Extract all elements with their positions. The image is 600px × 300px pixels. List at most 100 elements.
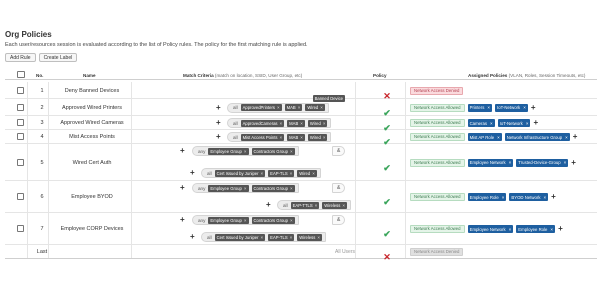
criteria-tag[interactable]: EAP-TTLS × (290, 201, 320, 209)
assigned-policy-tag[interactable]: Network Infrastructure Group × (504, 133, 570, 141)
rule-name[interactable]: Wired Cert Auth (53, 160, 131, 166)
criteria-logic[interactable]: all (233, 121, 238, 126)
policy-indicator[interactable]: ✔ (377, 192, 397, 210)
assigned-policy-tag[interactable]: Employee Network × (467, 225, 514, 233)
remove-tag-icon[interactable]: × (315, 203, 318, 208)
criteria-tag[interactable]: ApprovedCameras × (240, 119, 285, 127)
create-label-button[interactable]: Create Label (38, 53, 78, 62)
network-access-allowed-badge[interactable]: Network Access Allowed (410, 225, 465, 233)
add-criteria-icon[interactable]: + (216, 103, 221, 112)
criteria-logic[interactable]: any (198, 149, 205, 154)
criteria-and-connector[interactable]: & (332, 215, 346, 225)
assigned-policy-tag[interactable]: Employee Network × (467, 158, 514, 167)
add-policy-icon[interactable]: + (571, 158, 576, 167)
add-policy-icon[interactable]: + (533, 119, 538, 127)
remove-tag-icon[interactable]: × (323, 135, 326, 140)
remove-tag-icon[interactable]: × (565, 135, 568, 140)
remove-tag-icon[interactable]: × (300, 135, 303, 140)
assigned-policy-tag[interactable]: Employee Role × (516, 225, 556, 233)
rule-name[interactable]: Employee CORP Devices (53, 226, 131, 232)
add-criteria-icon[interactable]: + (266, 201, 271, 209)
add-policy-icon[interactable]: + (558, 225, 563, 233)
add-policy-icon[interactable]: + (551, 193, 556, 201)
rule-name[interactable]: Deny Banned Devices (53, 88, 131, 94)
add-policy-icon[interactable]: + (573, 133, 578, 141)
rule-name[interactable]: Employee BYOD (53, 194, 131, 200)
remove-tag-icon[interactable]: × (290, 235, 293, 240)
criteria-tag[interactable]: Employee Group × (208, 216, 249, 224)
remove-tag-icon[interactable]: × (509, 227, 512, 232)
criteria-tag[interactable]: Contractors Group × (251, 216, 295, 224)
row-checkbox[interactable] (17, 225, 24, 232)
assigned-policy-tag[interactable]: BYOD Network × (509, 193, 549, 201)
add-criteria-icon[interactable]: + (180, 147, 185, 155)
assigned-policy-tag[interactable]: IoT-Network × (497, 119, 531, 127)
criteria-logic[interactable]: all (233, 135, 238, 140)
criteria-tag[interactable]: Cert Issued by Juniper × (214, 169, 266, 177)
remove-tag-icon[interactable]: × (244, 186, 247, 191)
remove-tag-icon[interactable]: × (317, 235, 320, 240)
add-criteria-icon[interactable]: + (216, 133, 221, 141)
add-criteria-icon[interactable]: + (190, 169, 195, 177)
row-checkbox[interactable] (17, 193, 24, 200)
remove-tag-icon[interactable]: × (487, 105, 490, 110)
criteria-tag[interactable]: MAB × (287, 133, 305, 141)
criteria-logic[interactable]: all (283, 203, 288, 208)
assigned-policy-tag[interactable]: Printers × (467, 103, 493, 112)
criteria-logic[interactable]: all (207, 235, 212, 240)
remove-tag-icon[interactable]: × (342, 203, 345, 208)
row-checkbox[interactable] (17, 86, 24, 94)
criteria-tag[interactable]: Wired × (297, 169, 317, 177)
remove-tag-icon[interactable]: × (523, 105, 526, 110)
remove-tag-icon[interactable]: × (261, 171, 264, 176)
remove-tag-icon[interactable]: × (509, 160, 512, 165)
criteria-and-connector[interactable]: & (332, 183, 346, 193)
remove-tag-icon[interactable]: × (320, 105, 323, 110)
criteria-tag[interactable]: MAB × (287, 119, 305, 127)
criteria-and-connector[interactable]: & (332, 146, 346, 156)
network-access-denied-badge[interactable]: Network Access Denied (410, 86, 464, 95)
select-all-checkbox[interactable] (17, 71, 25, 78)
remove-tag-icon[interactable]: × (280, 121, 283, 126)
criteria-tag[interactable]: Wired × (307, 119, 328, 127)
criteria-tag[interactable]: Wireless × (297, 233, 322, 241)
assigned-policy-tag[interactable]: IoT-Network × (495, 103, 528, 112)
criteria-tag[interactable]: Wired × (305, 104, 325, 111)
criteria-logic[interactable]: any (198, 186, 205, 191)
remove-tag-icon[interactable]: × (323, 121, 326, 126)
row-checkbox[interactable] (17, 158, 24, 166)
row-checkbox[interactable] (17, 103, 24, 111)
policy-indicator[interactable]: ✕ (377, 247, 397, 265)
remove-tag-icon[interactable]: × (502, 195, 505, 200)
criteria-logic[interactable]: all (207, 171, 212, 176)
criteria-tag[interactable]: EAP-TLS × (268, 233, 295, 241)
remove-tag-icon[interactable]: × (277, 105, 280, 110)
criteria-tag[interactable]: Employee Group × (208, 147, 249, 155)
remove-tag-icon[interactable]: × (244, 218, 247, 223)
policy-indicator[interactable]: ✔ (377, 158, 397, 176)
remove-tag-icon[interactable]: × (526, 121, 529, 126)
criteria-logic[interactable]: any (198, 218, 205, 223)
row-checkbox[interactable] (17, 119, 24, 126)
remove-tag-icon[interactable]: × (290, 149, 293, 154)
remove-tag-icon[interactable]: × (290, 171, 293, 176)
add-criteria-icon[interactable]: + (180, 184, 185, 192)
row-checkbox[interactable] (17, 133, 24, 140)
network-access-allowed-badge[interactable]: Network Access Allowed (410, 193, 465, 201)
remove-tag-icon[interactable]: × (497, 135, 500, 140)
criteria-tag[interactable]: Wireless × (322, 201, 347, 209)
rule-name[interactable]: Approved Wired Printers (53, 105, 131, 111)
network-access-allowed-badge[interactable]: Network Access Allowed (410, 133, 465, 141)
add-criteria-icon[interactable]: + (216, 119, 221, 127)
remove-tag-icon[interactable]: × (261, 235, 264, 240)
remove-tag-icon[interactable]: × (244, 149, 247, 154)
add-rule-button[interactable]: Add Rule (5, 53, 36, 62)
remove-tag-icon[interactable]: × (300, 121, 303, 126)
criteria-tag[interactable]: Contractors Group × (251, 184, 295, 192)
assigned-policy-tag[interactable]: Cameras × (467, 119, 495, 127)
remove-tag-icon[interactable]: × (290, 186, 293, 191)
add-criteria-icon[interactable]: + (180, 216, 185, 224)
criteria-logic[interactable]: all (233, 105, 238, 110)
criteria-tag[interactable]: ApprovedPrinters × (240, 104, 282, 111)
assigned-policy-tag[interactable]: Employee Role × (467, 193, 507, 201)
